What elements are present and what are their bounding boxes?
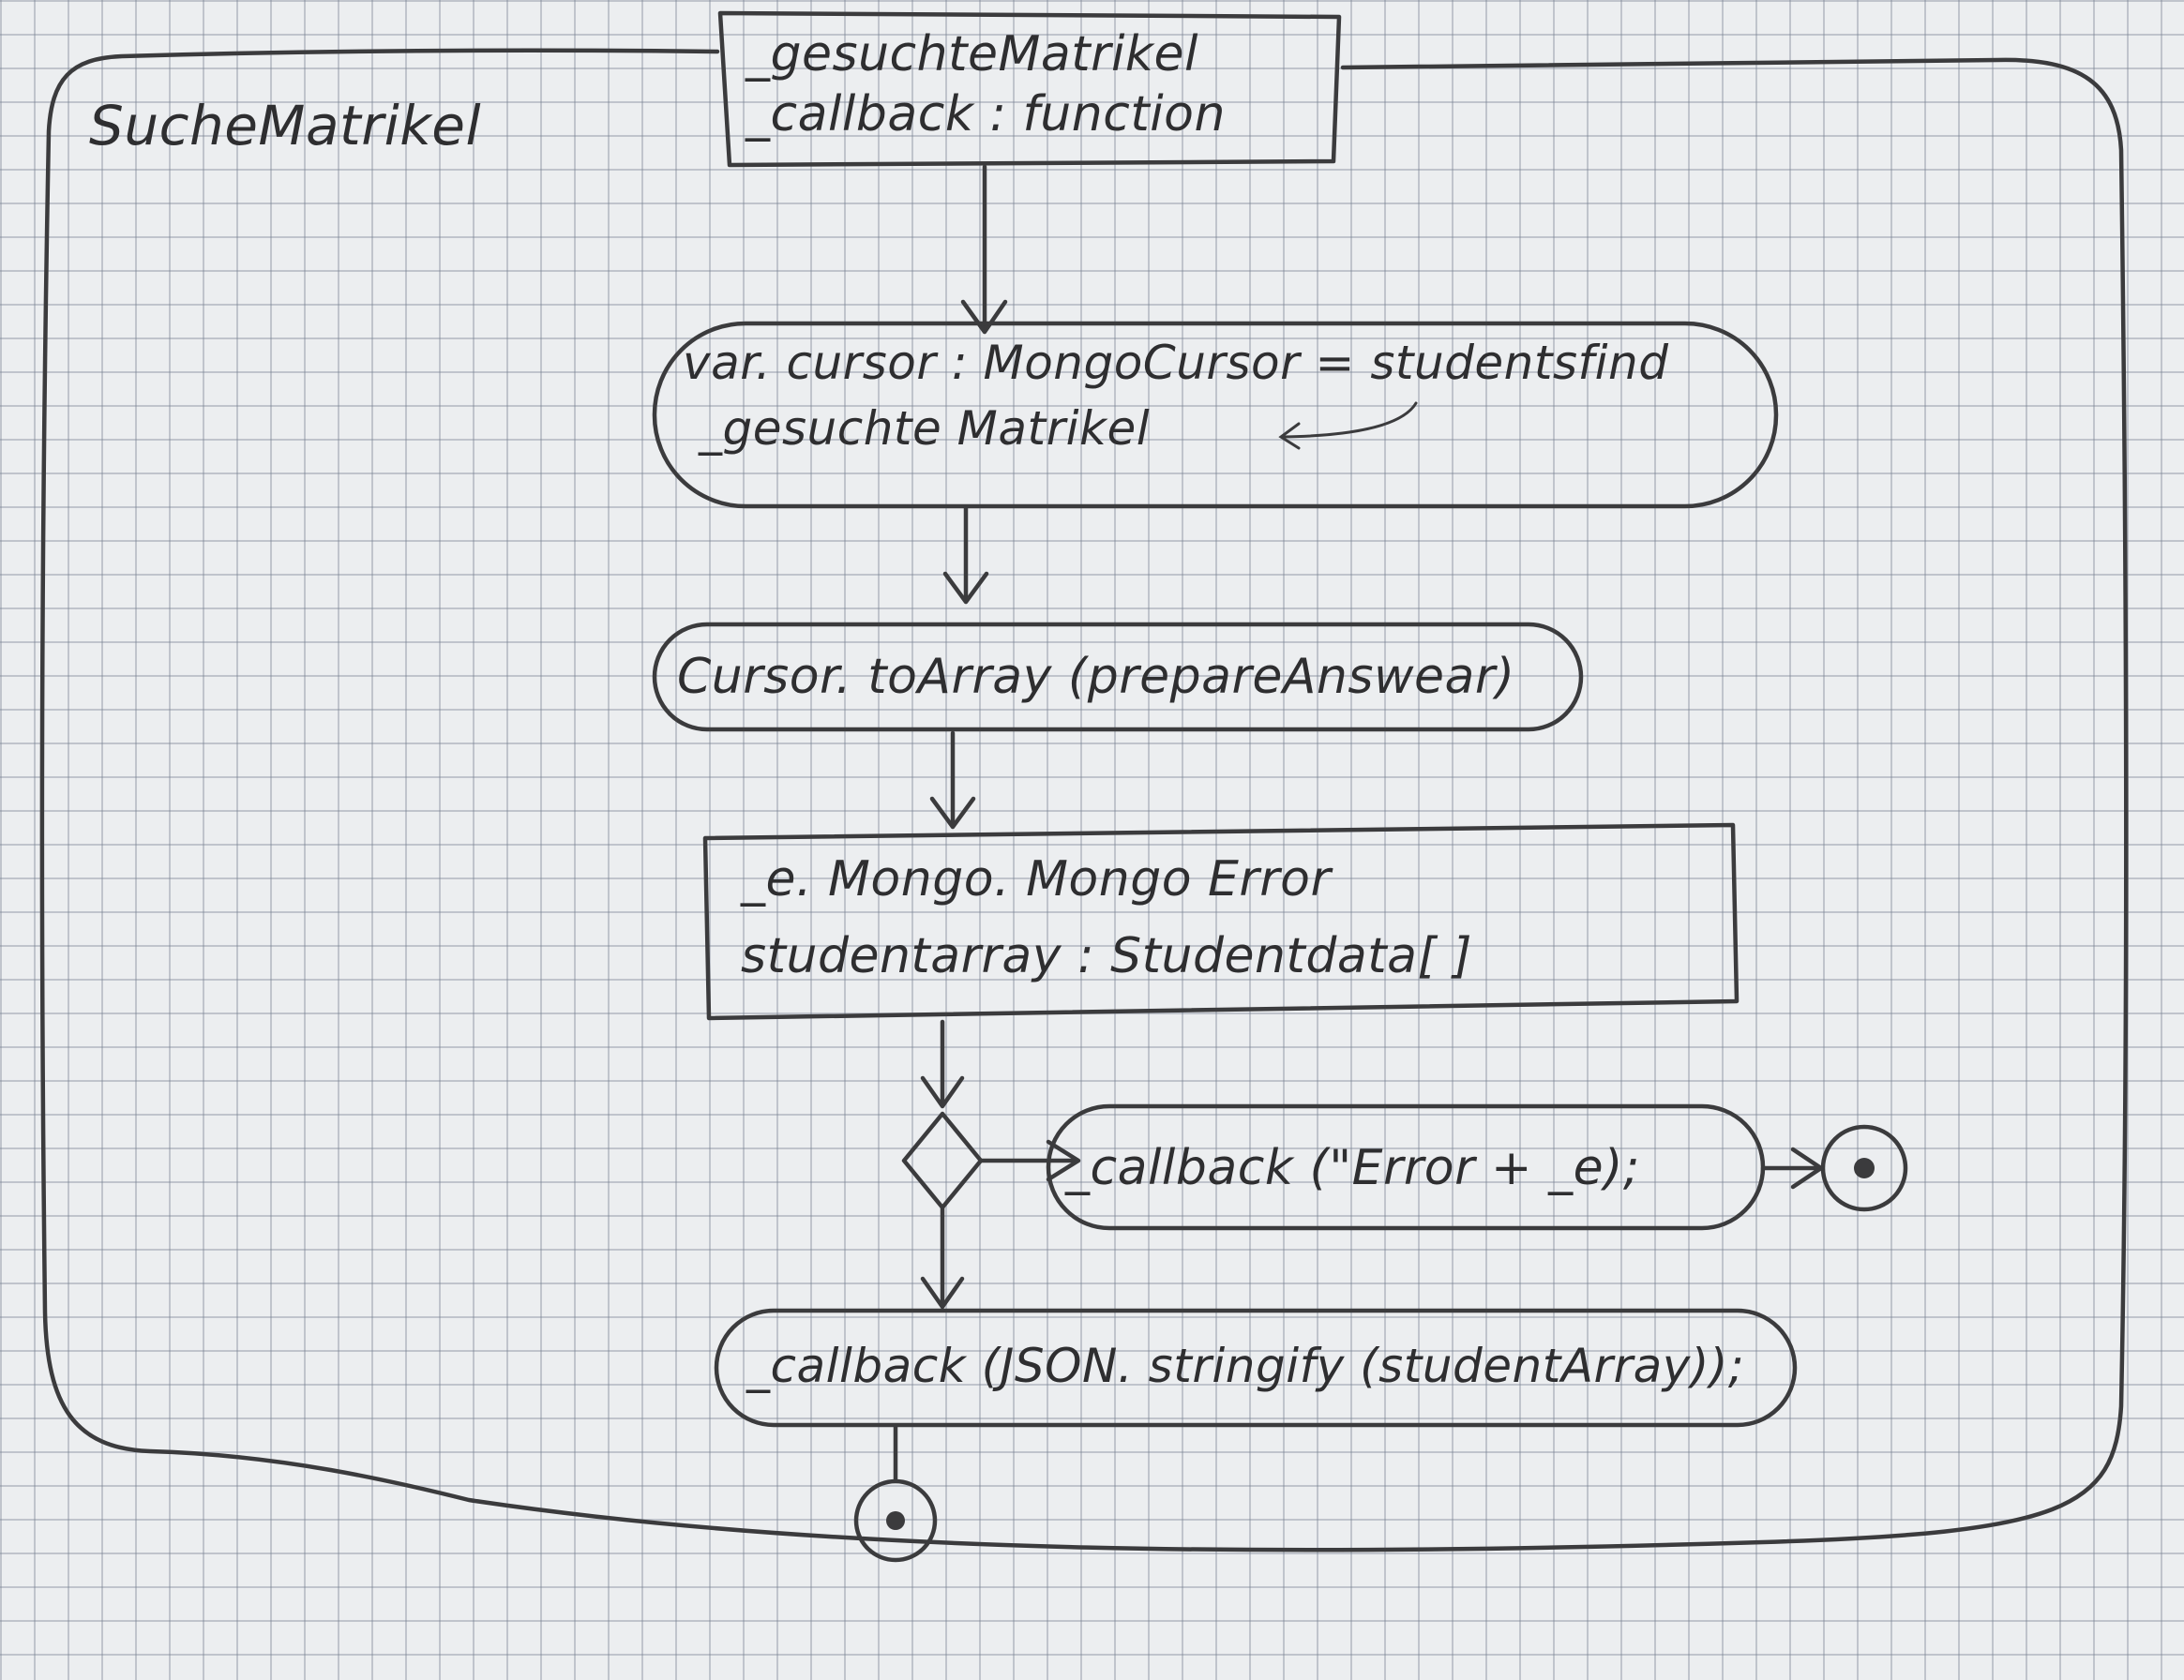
- decision-node: [901, 1111, 984, 1210]
- activity-diagram: [39, 10, 2129, 1563]
- activity-name: SucheMatrikel: [89, 94, 482, 158]
- final-node-error-inner: [1854, 1158, 1875, 1178]
- action-cursor-find-line-1: var. cursor : MongoCursor = studentsfind: [683, 336, 1669, 390]
- object-node-line-2: studentarray : Studentdata[ ]: [741, 928, 1473, 984]
- parameter-line-2: _callback : function: [746, 86, 1226, 142]
- final-node-end-inner: [886, 1511, 905, 1530]
- action-to-array-label: Cursor. toArray (prepareAnswear): [677, 649, 1515, 705]
- action-callback-json-label: _callback (JSON. stringify (studentArray…: [746, 1339, 1745, 1393]
- action-cursor-find-line-2: _gesuchte Matrikel: [699, 401, 1151, 456]
- parameter-line-1: _gesuchteMatrikel: [746, 26, 1198, 82]
- hand-arrow: [1281, 401, 1418, 439]
- action-callback-error-label: _callback ("Error + _e);: [1065, 1140, 1640, 1196]
- object-node-line-1: _e. Mongo. Mongo Error: [741, 851, 1332, 908]
- activity-frame: [39, 48, 2129, 1552]
